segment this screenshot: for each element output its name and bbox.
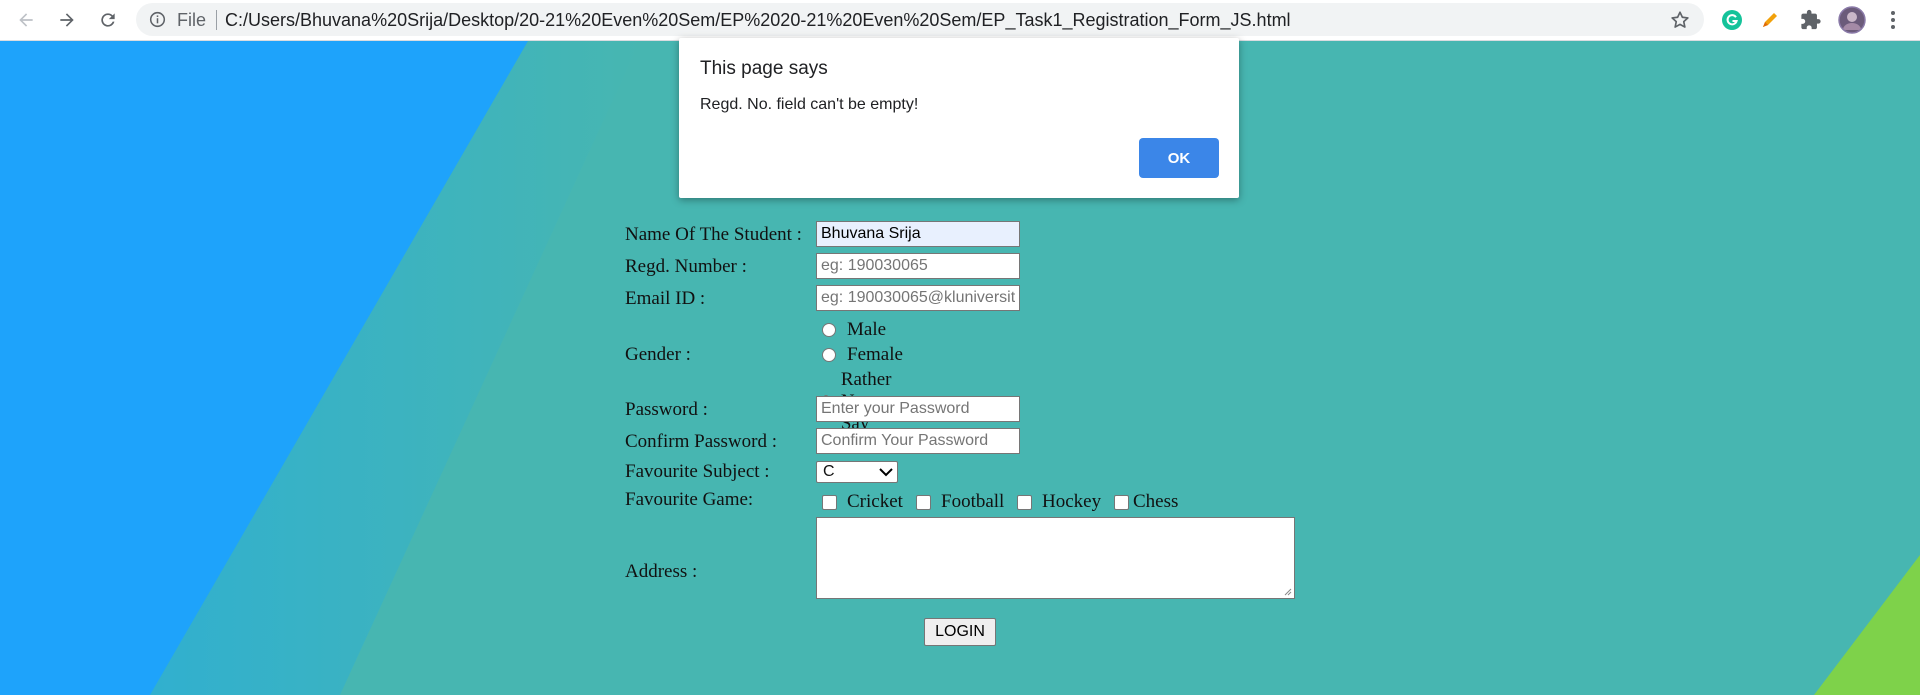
game-option-label: Football	[941, 491, 1005, 512]
back-arrow-icon	[19, 13, 33, 27]
password-label: Password :	[625, 399, 708, 420]
game-checkbox-hockey[interactable]: Hockey	[1017, 491, 1101, 513]
chevron-down-icon	[879, 468, 893, 477]
grammarly-extension[interactable]	[1718, 6, 1746, 34]
pencil-extension[interactable]	[1756, 6, 1784, 34]
confirm-password-input[interactable]	[816, 428, 1020, 454]
info-icon[interactable]	[149, 11, 166, 28]
login-button[interactable]: LOGIN	[924, 618, 996, 646]
address-textarea[interactable]	[816, 517, 1295, 599]
radio-button[interactable]	[822, 323, 836, 337]
game-option-label: Cricket	[847, 491, 903, 512]
checkbox[interactable]	[822, 494, 837, 510]
extensions-button[interactable]	[1797, 6, 1825, 34]
radio-button[interactable]	[822, 348, 836, 362]
alert-dialog: This page says Regd. No. field can't be …	[679, 38, 1239, 198]
name-label: Name Of The Student :	[625, 224, 802, 245]
checkbox[interactable]	[1114, 494, 1129, 510]
selected-subject: C	[823, 463, 835, 480]
resize-grip-icon[interactable]	[1282, 586, 1292, 596]
reload-button[interactable]	[92, 4, 124, 36]
gender-label: Gender :	[625, 344, 691, 365]
password-input[interactable]	[816, 396, 1020, 422]
browser-toolbar: File C:/Users/Bhuvana%20Srija/Desktop/20…	[0, 0, 1920, 41]
game-option-label: Hockey	[1042, 491, 1102, 512]
grammarly-icon	[1722, 10, 1742, 30]
forward-button[interactable]	[51, 4, 83, 36]
game-option-label: Chess	[1133, 491, 1179, 512]
name-input[interactable]	[816, 221, 1020, 247]
game-checkbox-cricket[interactable]: Cricket	[822, 491, 903, 513]
profile-button[interactable]	[1838, 6, 1866, 34]
browser-menu-button[interactable]	[1879, 6, 1907, 34]
ok-button[interactable]: OK	[1139, 138, 1219, 178]
pencil-extension-icon	[1763, 13, 1777, 27]
gender-radio-male[interactable]: Male	[822, 319, 886, 341]
game-checkbox-chess[interactable]: Chess	[1114, 491, 1178, 513]
gender-option-label: Female	[847, 344, 903, 365]
url-text[interactable]: C:/Users/Bhuvana%20Srija/Desktop/20-21%2…	[225, 10, 1291, 31]
checkbox[interactable]	[916, 494, 931, 510]
dialog-message: Regd. No. field can't be empty!	[700, 96, 919, 113]
checkbox[interactable]	[1017, 494, 1032, 510]
regd-number-input[interactable]	[816, 253, 1020, 279]
email-input[interactable]	[816, 285, 1020, 311]
forward-arrow-icon	[60, 13, 74, 27]
puzzle-extensions-icon	[1801, 9, 1821, 30]
back-button[interactable]	[10, 4, 42, 36]
favourite-subject-label: Favourite Subject :	[625, 461, 770, 482]
confirm-password-label: Confirm Password :	[625, 431, 777, 452]
favourite-subject-select[interactable]: C	[816, 461, 898, 483]
star-icon[interactable]	[1669, 9, 1691, 31]
omnibox-separator	[216, 10, 217, 30]
reload-icon	[101, 13, 115, 27]
dialog-title: This page says	[700, 58, 828, 79]
file-label: File	[177, 10, 207, 30]
gender-radio-female[interactable]: Female	[822, 344, 903, 366]
address-label: Address :	[625, 561, 698, 582]
favourite-game-label: Favourite Game:	[625, 489, 754, 510]
profile-avatar	[1838, 6, 1866, 34]
email-label: Email ID :	[625, 288, 706, 309]
game-checkbox-football[interactable]: Football	[916, 491, 1004, 513]
address-bar[interactable]: File C:/Users/Bhuvana%20Srija/Desktop/20…	[136, 3, 1704, 36]
kebab-menu-icon	[1891, 11, 1895, 29]
regd-number-label: Regd. Number :	[625, 256, 747, 277]
gender-option-label: Male	[847, 319, 887, 340]
